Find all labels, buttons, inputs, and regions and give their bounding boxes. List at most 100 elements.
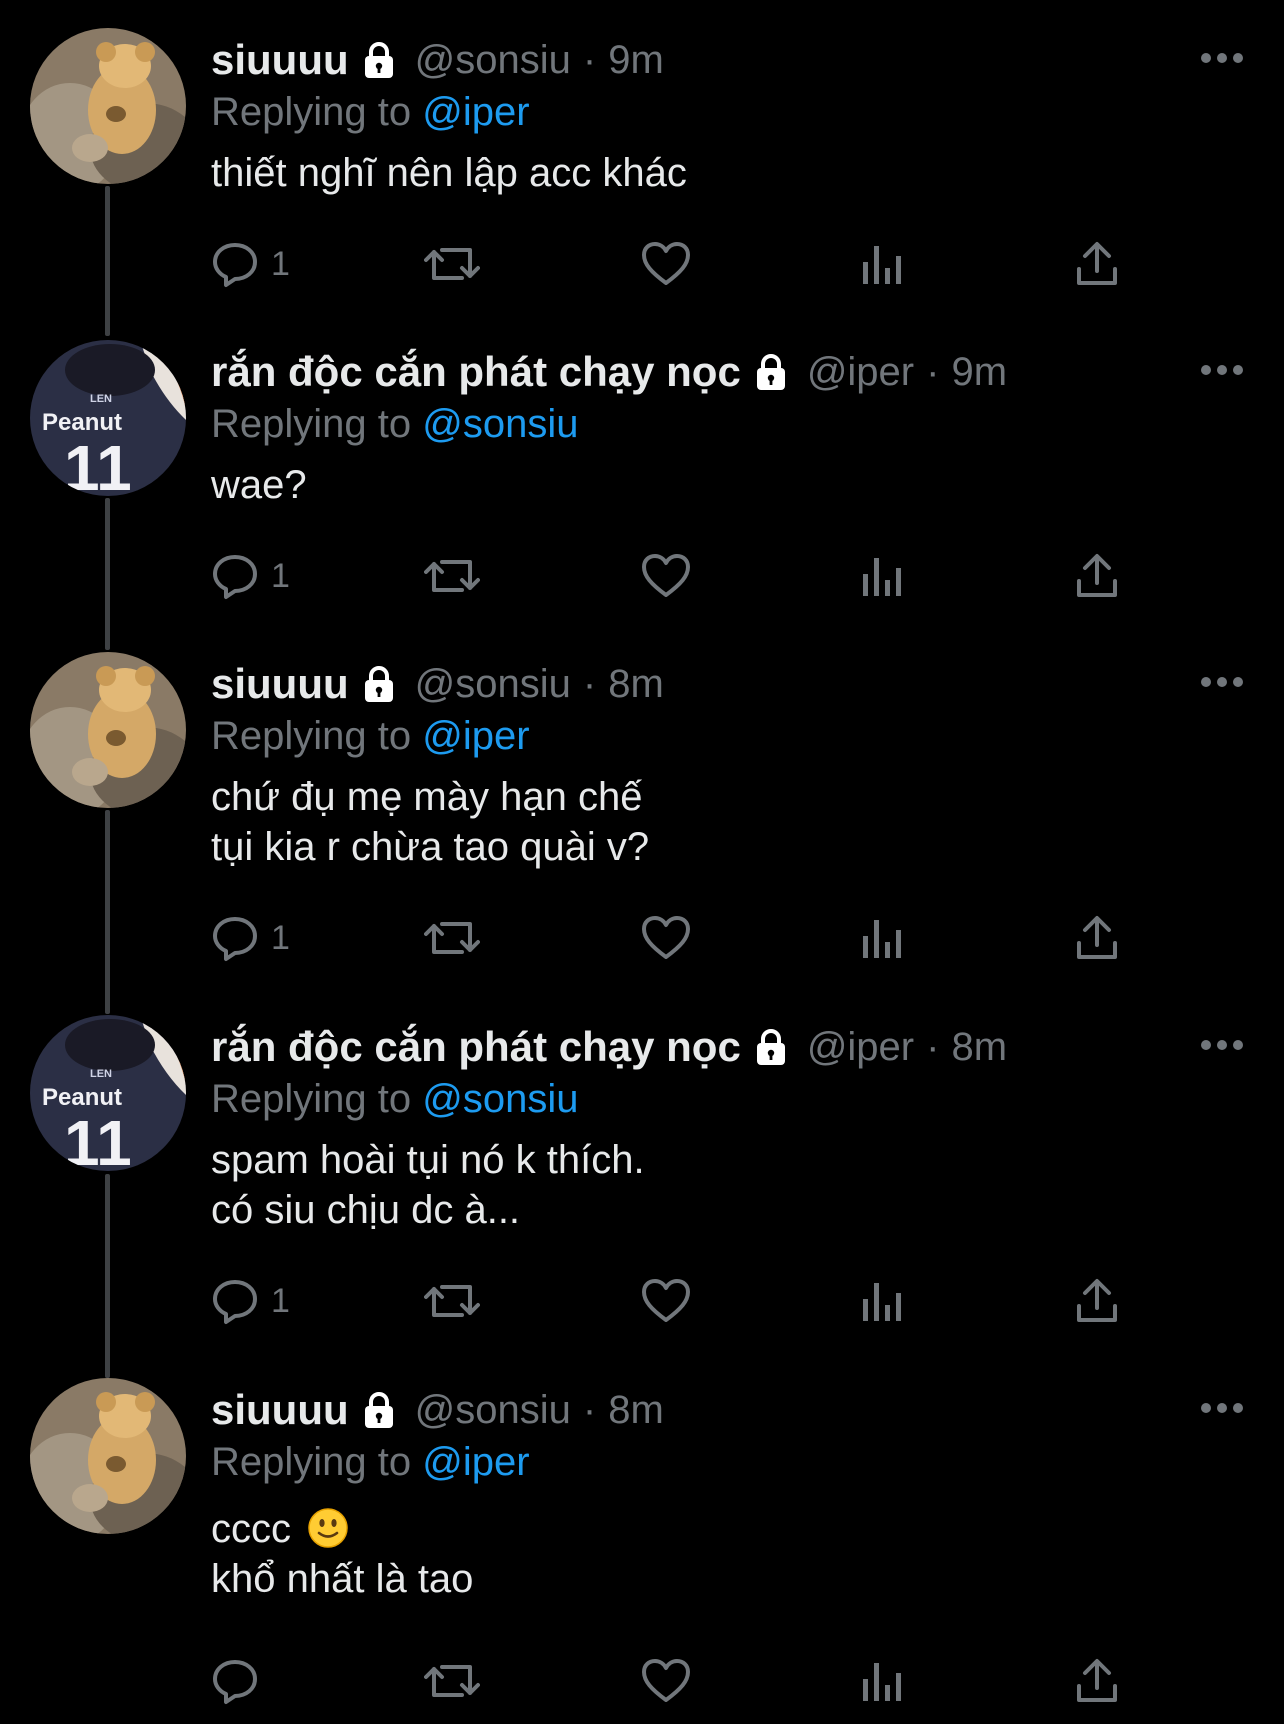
display-name[interactable]: rắn độc cắn phát chạy nọc (211, 1023, 741, 1071)
retweet-button[interactable] (424, 1656, 480, 1706)
tweet-actions (211, 1656, 1131, 1706)
user-handle[interactable]: @iper (807, 1025, 914, 1070)
comment-bubble-icon (213, 1280, 257, 1324)
avatar-teddy-bear[interactable] (30, 652, 186, 808)
tweet-text-line: cccc (211, 1504, 1211, 1554)
thread-connector (105, 186, 110, 336)
reply-button[interactable]: 1 (211, 913, 290, 963)
timestamp[interactable]: 9m (608, 38, 664, 83)
share-upload-icon (1077, 1279, 1117, 1322)
views-button[interactable] (861, 1276, 903, 1326)
more-options-icon[interactable] (1200, 360, 1244, 380)
user-handle[interactable]: @sonsiu (415, 662, 571, 707)
retweet-arrows-icon (424, 1285, 480, 1317)
replying-prefix: Replying to (211, 1077, 412, 1121)
share-button[interactable] (1075, 1656, 1119, 1706)
separator-dot: · (582, 37, 597, 82)
like-button[interactable] (641, 1276, 691, 1326)
reply-count: 1 (271, 918, 290, 957)
display-name[interactable]: rắn độc cắn phát chạy nọc (211, 348, 741, 396)
timestamp[interactable]: 8m (951, 1025, 1007, 1070)
timestamp[interactable]: 8m (608, 1388, 664, 1433)
lock-icon (756, 1029, 785, 1065)
lock-icon (364, 1392, 393, 1428)
comment-bubble-icon (213, 917, 257, 961)
share-button[interactable] (1075, 913, 1119, 963)
more-options-icon[interactable] (1200, 48, 1244, 68)
tweet-content: rắn độc cắn phát chạy nọc @iper · 9m Rep… (211, 344, 1211, 510)
views-button[interactable] (861, 1656, 903, 1706)
user-handle[interactable]: @sonsiu (415, 38, 571, 83)
reply-button[interactable] (211, 1656, 271, 1706)
reply-button[interactable]: 1 (211, 551, 290, 601)
replying-to: Replying to @sonsiu (211, 1075, 1211, 1123)
bar-chart-icon (863, 1283, 901, 1321)
tweet-text: thiết nghĩ nên lập acc khác (211, 148, 1211, 198)
tweet-header: rắn độc cắn phát chạy nọc @iper · 9m (211, 344, 1211, 400)
timestamp[interactable]: 8m (608, 662, 664, 707)
like-button[interactable] (641, 1656, 691, 1706)
replying-to: Replying to @iper (211, 88, 1211, 136)
views-button[interactable] (861, 913, 903, 963)
share-button[interactable] (1075, 551, 1119, 601)
display-name[interactable]: siuuuu (211, 36, 349, 84)
tweet-content: siuuuu @sonsiu · 8m Replying to @iper ch… (211, 656, 1211, 872)
retweet-button[interactable] (424, 239, 480, 289)
reply-button[interactable]: 1 (211, 1276, 290, 1326)
retweet-button[interactable] (424, 913, 480, 963)
tweet-header: rắn độc cắn phát chạy nọc @iper · 8m (211, 1019, 1211, 1075)
more-options-icon[interactable] (1200, 672, 1244, 692)
avatar-teddy-bear[interactable] (30, 1378, 186, 1534)
tweet-header: siuuuu @sonsiu · 8m (211, 656, 1211, 712)
more-options-icon[interactable] (1200, 1398, 1244, 1418)
display-name[interactable]: siuuuu (211, 1386, 349, 1434)
reply-button[interactable]: 1 (211, 239, 290, 289)
bar-chart-icon (863, 558, 901, 596)
views-button[interactable] (861, 239, 903, 289)
tweet-text-line: wae? (211, 463, 307, 507)
replying-to-link[interactable]: @iper (422, 90, 529, 134)
reply-count: 1 (271, 244, 290, 283)
replying-to-link[interactable]: @sonsiu (422, 402, 578, 446)
share-upload-icon (1077, 554, 1117, 597)
retweet-button[interactable] (424, 551, 480, 601)
tweet-text: spam hoài tụi nó k thích. có siu chịu dc… (211, 1135, 1211, 1235)
tweet-header: siuuuu @sonsiu · 8m (211, 1382, 1211, 1438)
replying-prefix: Replying to (211, 90, 412, 134)
replying-to-link[interactable]: @iper (422, 714, 529, 758)
like-button[interactable] (641, 239, 691, 289)
tweet-text-line: chứ đụ mẹ mày hạn chế (211, 775, 643, 819)
comment-bubble-icon (213, 555, 257, 599)
jersey-brand: LEN (90, 393, 112, 405)
display-name[interactable]: siuuuu (211, 660, 349, 708)
avatar-peanut-jersey[interactable]: LEN Peanut 11 (30, 340, 186, 496)
like-button[interactable] (641, 551, 691, 601)
tweet-text-line: tụi kia r chừa tao quài v? (211, 825, 650, 869)
heart-icon (642, 916, 690, 959)
avatar-teddy-bear[interactable] (30, 28, 186, 184)
user-handle[interactable]: @iper (807, 350, 914, 395)
replying-to: Replying to @sonsiu (211, 400, 1211, 448)
user-handle[interactable]: @sonsiu (415, 1388, 571, 1433)
heart-icon (642, 1279, 690, 1322)
replying-to-link[interactable]: @sonsiu (422, 1077, 578, 1121)
views-button[interactable] (861, 551, 903, 601)
tweet-text-fragment: cccc (211, 1507, 291, 1551)
share-button[interactable] (1075, 1276, 1119, 1326)
tweet-actions: 1 (211, 1276, 1131, 1326)
tweet-text-line: thiết nghĩ nên lập acc khác (211, 151, 687, 195)
tweet-text-line: có siu chịu dc à... (211, 1188, 521, 1232)
avatar-peanut-jersey[interactable]: LEN Peanut 11 (30, 1015, 186, 1171)
timestamp[interactable]: 9m (951, 350, 1007, 395)
replying-to-link[interactable]: @iper (422, 1440, 529, 1484)
jersey-number: 11 (64, 432, 132, 496)
lock-icon (756, 354, 785, 390)
tweet-content: siuuuu @sonsiu · 8m Replying to @iper cc… (211, 1382, 1211, 1604)
more-options-icon[interactable] (1200, 1035, 1244, 1055)
tweet-actions: 1 (211, 551, 1131, 601)
heart-icon (642, 554, 690, 597)
jersey-image: LEN Peanut 11 (30, 340, 186, 496)
retweet-button[interactable] (424, 1276, 480, 1326)
like-button[interactable] (641, 913, 691, 963)
share-button[interactable] (1075, 239, 1119, 289)
